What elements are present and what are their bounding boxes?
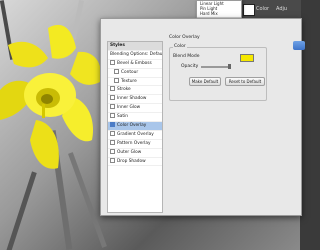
- foreground-swatch[interactable]: [243, 4, 255, 16]
- group-title: Color: [173, 44, 187, 49]
- checkbox[interactable]: [110, 113, 115, 119]
- checkbox-checked[interactable]: [110, 122, 115, 128]
- reset-default-button[interactable]: Reset to Default: [225, 77, 265, 86]
- blending-options-item[interactable]: Blending Options: Default: [108, 51, 162, 60]
- checkbox[interactable]: [110, 157, 115, 163]
- checkbox[interactable]: [110, 86, 115, 92]
- ok-button[interactable]: [293, 41, 305, 50]
- style-item[interactable]: Satin: [108, 113, 162, 123]
- checkbox[interactable]: [110, 139, 115, 145]
- petal: [30, 120, 59, 169]
- style-item[interactable]: Texture: [108, 77, 162, 87]
- petal: [8, 41, 48, 68]
- style-item[interactable]: Contour: [108, 68, 162, 78]
- styles-header: Styles: [108, 42, 162, 51]
- panel-title: Color Overlay: [169, 35, 200, 40]
- trumpet-inner: [41, 94, 53, 104]
- adjustments-tab[interactable]: Adju: [276, 6, 287, 12]
- style-item-selected[interactable]: Color Overlay: [108, 122, 162, 131]
- checkbox[interactable]: [114, 77, 119, 83]
- layer-style-dialog: Styles Blending Options: Default Bevel &…: [100, 18, 305, 216]
- style-item[interactable]: Inner Glow: [108, 104, 162, 114]
- style-item[interactable]: Outer Glow: [108, 148, 162, 158]
- opacity-slider-thumb[interactable]: [228, 64, 231, 69]
- style-item[interactable]: Inner Shadow: [108, 95, 162, 105]
- color-tab[interactable]: Color: [256, 6, 269, 12]
- styles-list: Styles Blending Options: Default Bevel &…: [107, 41, 163, 213]
- daffodil-flower: [0, 24, 102, 169]
- checkbox[interactable]: [110, 59, 115, 65]
- checkbox[interactable]: [110, 95, 115, 101]
- menu-item[interactable]: Hard Mix: [197, 11, 241, 16]
- checkbox[interactable]: [110, 148, 115, 154]
- checkbox[interactable]: [110, 130, 115, 136]
- opacity-slider[interactable]: [201, 66, 231, 68]
- style-item[interactable]: Pattern Overlay: [108, 139, 162, 149]
- style-item[interactable]: Stroke: [108, 86, 162, 96]
- make-default-button[interactable]: Make Default: [189, 77, 221, 86]
- overlay-color-swatch[interactable]: [240, 54, 254, 62]
- style-item[interactable]: Bevel & Emboss: [108, 59, 162, 69]
- style-item[interactable]: Gradient Overlay: [108, 130, 162, 140]
- blend-mode-label: Blend Mode: [173, 54, 200, 59]
- style-item[interactable]: Drop Shadow: [108, 157, 162, 167]
- checkbox[interactable]: [110, 104, 115, 110]
- checkbox[interactable]: [114, 68, 119, 74]
- petal: [70, 51, 102, 85]
- opacity-label: Opacity: [181, 64, 199, 69]
- petal: [48, 24, 76, 59]
